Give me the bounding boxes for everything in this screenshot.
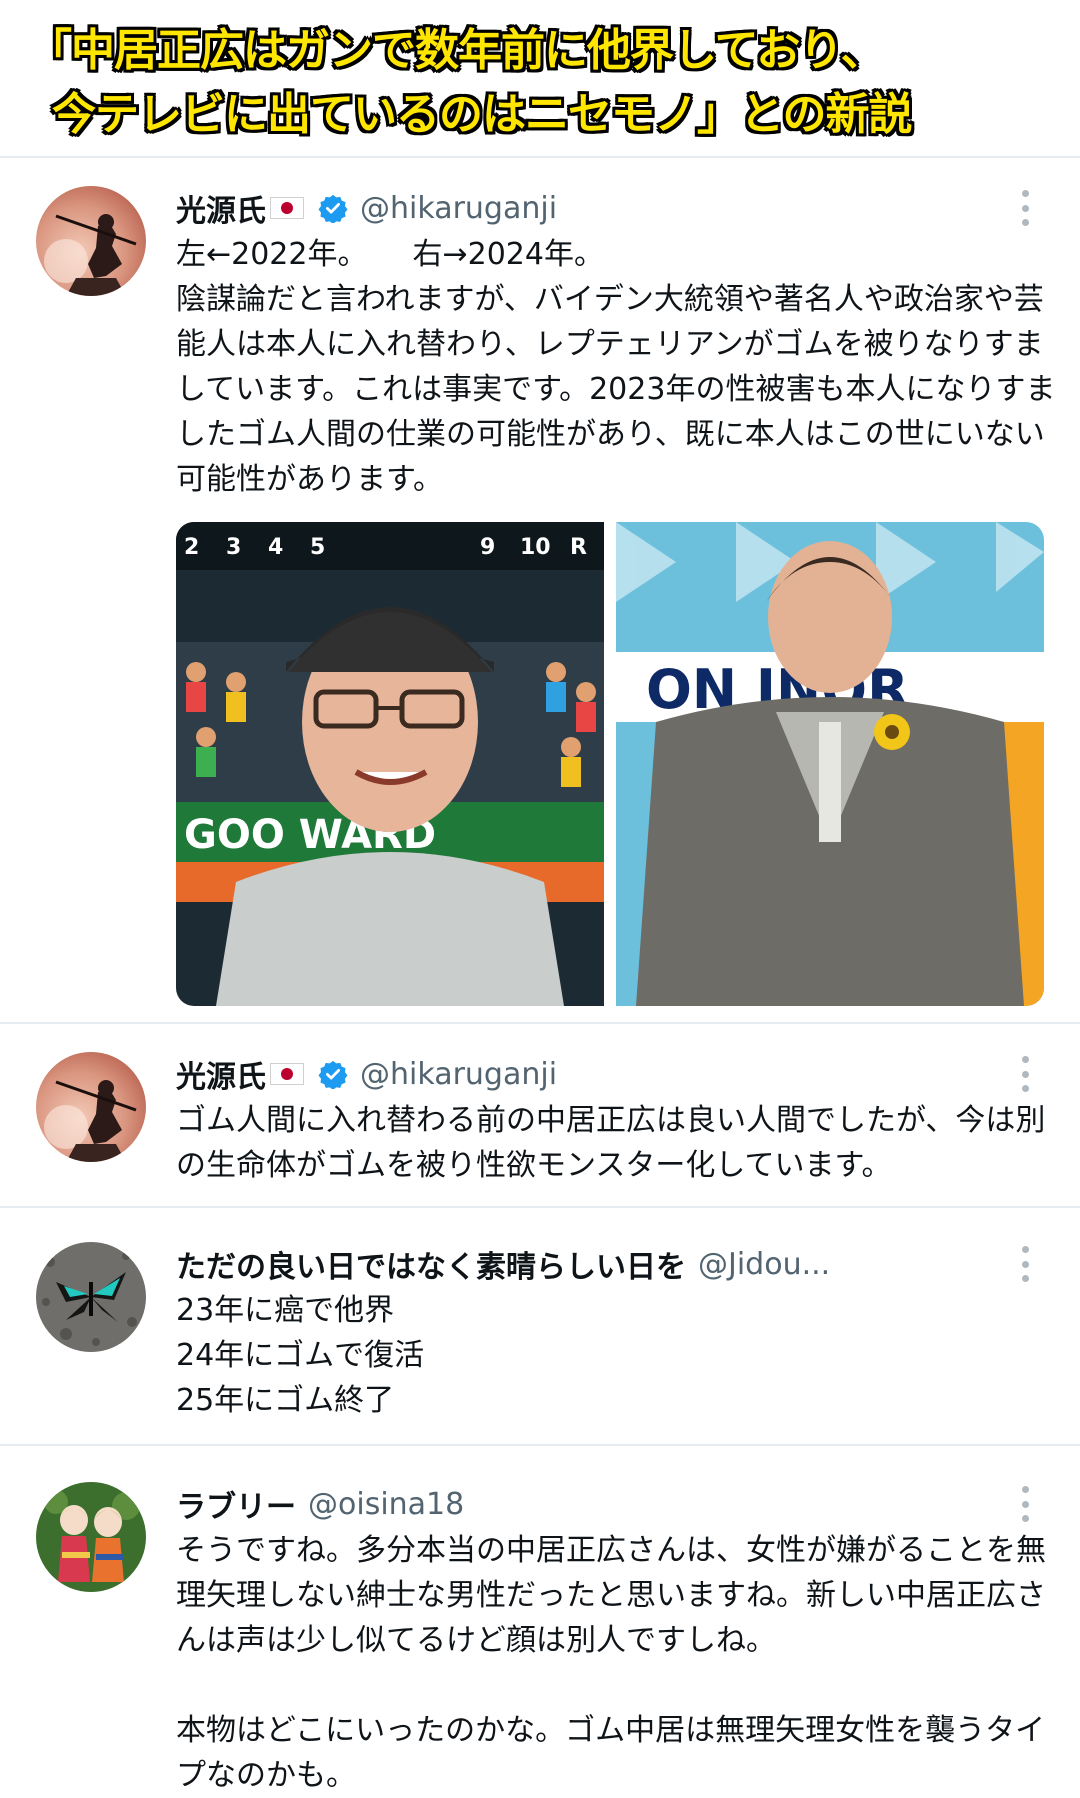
username-handle[interactable]: @Jidou... (698, 1247, 830, 1282)
avatar-samurai-image (36, 186, 146, 296)
tweet-text: そうですね。多分本当の中居正広さんは、女性が嫌がることを無理矢理しない紳士な男性… (176, 1533, 1046, 1793)
author-row: 光源氏 @hikaruganji (176, 1052, 557, 1096)
tweet-4[interactable]: ラブリー @oisina18 そうですね。多分本当の中居正広さんは、女性が嫌がる… (0, 1446, 1080, 1797)
scoreboard-num-2: 2 (184, 535, 199, 560)
avatar-butterfly-image (36, 1242, 146, 1352)
verified-badge-icon (318, 194, 348, 223)
scoreboard-num-5: 5 (310, 535, 325, 560)
display-name[interactable]: 光源氏 (176, 186, 266, 230)
display-name[interactable]: ラブリー (176, 1482, 296, 1526)
tweet-text: 左←2022年。 右→2024年。 陰謀論だと言われますが、バイデン大統領や著名… (176, 237, 1056, 497)
avatar[interactable] (36, 1052, 146, 1162)
scoreboard-num-10: 10 (520, 535, 551, 560)
author-row: 光源氏 @hikaruganji (176, 186, 557, 230)
japan-flag-icon (270, 1063, 304, 1085)
avatar-dolls-image (36, 1482, 146, 1592)
author-row: ラブリー @oisina18 (176, 1482, 464, 1526)
more-options-icon[interactable] (1020, 1056, 1030, 1092)
photo-person-in-cap: 2 3 4 5 9 10 R GOO WARD (176, 522, 604, 1006)
scoreboard-num-9: 9 (480, 535, 495, 560)
avatar[interactable] (36, 1242, 146, 1352)
avatar-samurai-image (36, 1052, 146, 1162)
tweet-2[interactable]: 光源氏 @hikaruganji ゴム人間に入れ替わる前の中居正広は良い人間でし… (0, 1024, 1080, 1204)
avatar[interactable] (36, 186, 146, 296)
display-name[interactable]: ただの良い日ではなく素晴らしい日を (176, 1242, 686, 1286)
username-handle[interactable]: @hikaruganji (360, 1057, 557, 1092)
scoreboard-num-3: 3 (226, 535, 241, 560)
verified-badge-icon (318, 1060, 348, 1089)
photo-person-in-suit: ON INOR (616, 522, 1044, 1006)
tweet-text: ゴム人間に入れ替わる前の中居正広は良い人間でしたが、今は別の生命体がゴムを被り性… (176, 1103, 1046, 1183)
username-handle[interactable]: @hikaruganji (360, 191, 557, 226)
display-name[interactable]: 光源氏 (176, 1052, 266, 1096)
avatar[interactable] (36, 1482, 146, 1592)
scoreboard-num-r: R (570, 535, 587, 560)
more-options-icon[interactable] (1020, 1486, 1030, 1522)
more-options-icon[interactable] (1020, 190, 1030, 226)
tweet-photo-left[interactable]: 2 3 4 5 9 10 R GOO WARD (176, 522, 604, 1006)
tweet-1[interactable]: 光源氏 @hikaruganji 左←2022年。 右→2024年。 陰謀論だと… (0, 0, 1080, 1022)
tweet-text: 23年に癌で他界 24年にゴムで復活 25年にゴム終了 (176, 1293, 425, 1418)
scoreboard-num-4: 4 (268, 535, 283, 560)
tweet-photo-right[interactable]: ON INOR (616, 522, 1044, 1006)
author-row: ただの良い日ではなく素晴らしい日を @Jidou... (176, 1242, 830, 1286)
tweet-3[interactable]: ただの良い日ではなく素晴らしい日を @Jidou... 23年に癌で他界 24年… (0, 1208, 1080, 1444)
more-options-icon[interactable] (1020, 1246, 1030, 1282)
username-handle[interactable]: @oisina18 (308, 1487, 464, 1522)
japan-flag-icon (270, 197, 304, 219)
